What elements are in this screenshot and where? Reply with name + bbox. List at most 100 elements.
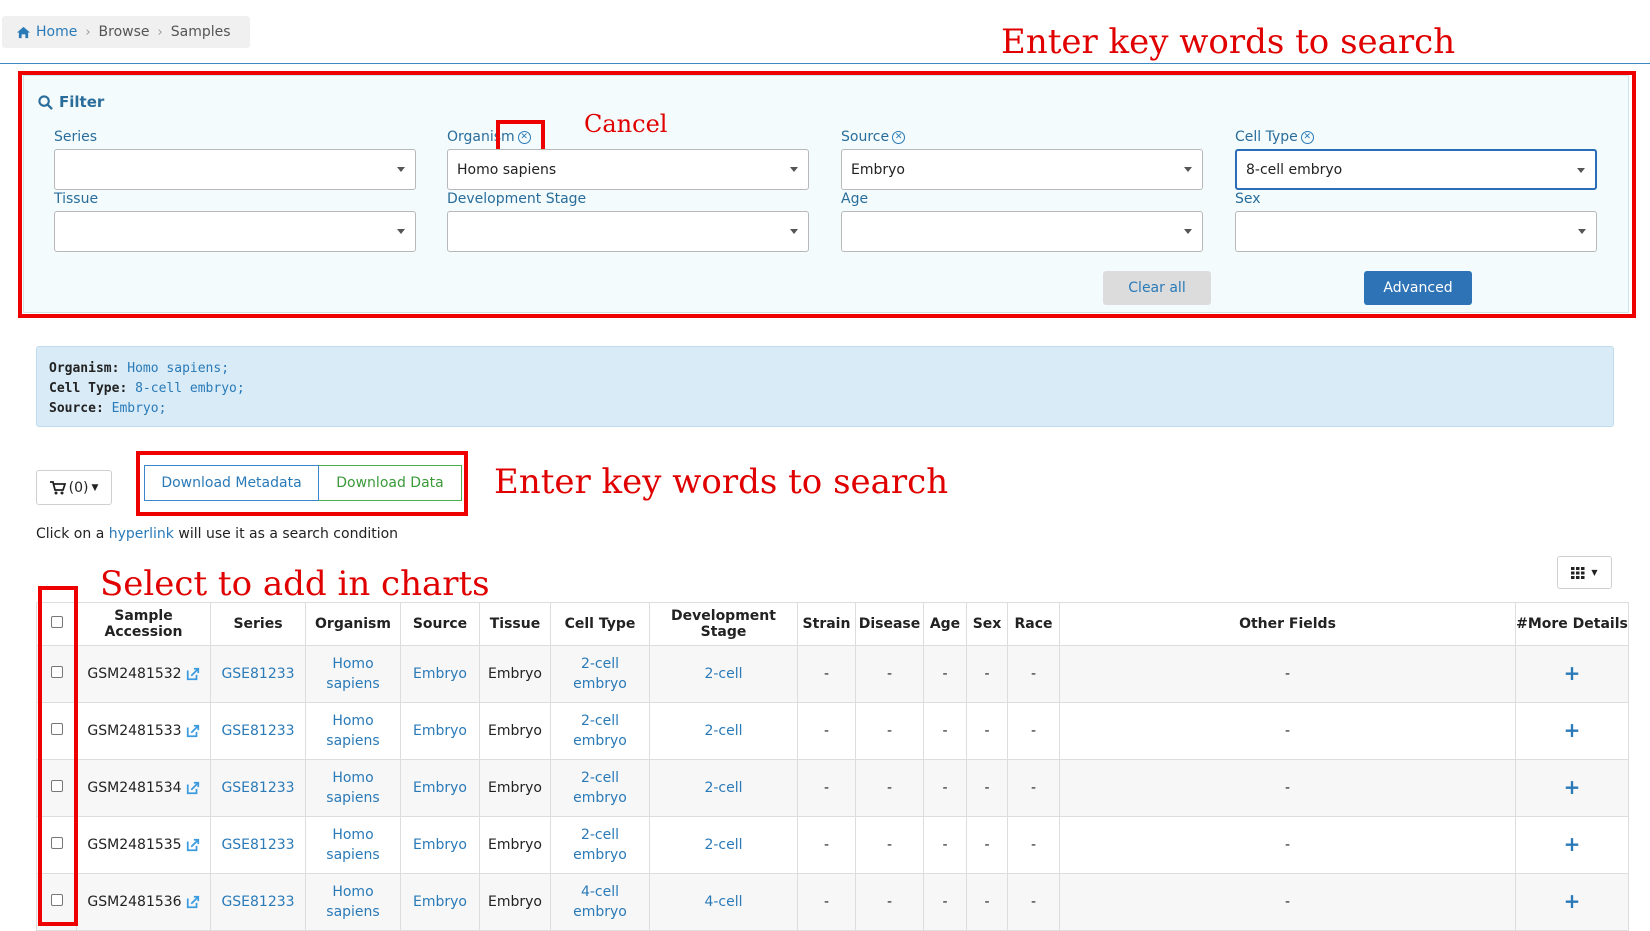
summary-source: Source: Embryo;: [49, 401, 167, 416]
source-link[interactable]: Embryo: [413, 894, 467, 910]
source-cell: Embryo: [400, 702, 480, 760]
strain-cell: -: [797, 645, 856, 703]
table-header-row: Sample Accession Series Organism Source …: [36, 602, 1629, 646]
cell-type-link[interactable]: 2-cell embryo: [573, 827, 627, 863]
grid-icon: [1571, 566, 1585, 579]
organism-link[interactable]: Homo sapiens: [326, 656, 379, 692]
header-race[interactable]: Race: [1007, 602, 1060, 646]
source-cell: Embryo: [400, 816, 480, 874]
header-source[interactable]: Source: [400, 602, 480, 646]
sample-accession: GSM2481536: [87, 894, 182, 910]
header-tissue[interactable]: Tissue: [479, 602, 551, 646]
annotation-download-box: [136, 451, 468, 516]
external-link-icon[interactable]: [186, 724, 200, 738]
caret-down-icon: ▼: [1591, 568, 1598, 577]
breadcrumb-home[interactable]: Home: [16, 24, 77, 40]
header-more-details[interactable]: #More Details: [1515, 602, 1629, 646]
column-toggle-button[interactable]: ▼: [1557, 556, 1612, 589]
header-sample-accession[interactable]: Sample Accession: [76, 602, 211, 646]
breadcrumb-browse[interactable]: Browse: [99, 24, 150, 40]
table-row: GSM2481535 GSE81233 Homo sapiens Embryo E…: [36, 816, 1629, 874]
series-cell: GSE81233: [210, 816, 306, 874]
tissue-cell: Embryo: [479, 873, 551, 931]
breadcrumb-home-label[interactable]: Home: [36, 24, 77, 40]
development-stage-link[interactable]: 4-cell: [704, 894, 742, 910]
more-details-cell: +: [1515, 873, 1629, 931]
source-link[interactable]: Embryo: [413, 723, 467, 739]
external-link-icon[interactable]: [186, 667, 200, 681]
development-stage-link[interactable]: 2-cell: [704, 666, 742, 682]
disease-cell: -: [855, 759, 924, 817]
cart-button[interactable]: (0) ▼: [36, 470, 112, 505]
annotation-filter-note: Enter key words to search: [1001, 22, 1456, 62]
age-cell: -: [923, 702, 967, 760]
accession-cell: GSM2481532: [76, 645, 211, 703]
header-development-stage[interactable]: Development Stage: [649, 602, 798, 646]
cell-type-cell: 2-cell embryo: [550, 645, 650, 703]
development-stage-link[interactable]: 2-cell: [704, 837, 742, 853]
cell-type-cell: 2-cell embryo: [550, 816, 650, 874]
cell-type-link[interactable]: 2-cell embryo: [573, 713, 627, 749]
header-age[interactable]: Age: [923, 602, 967, 646]
organism-link[interactable]: Homo sapiens: [326, 713, 379, 749]
cell-type-link[interactable]: 4-cell embryo: [573, 884, 627, 920]
summary-cell-type: Cell Type: 8-cell embryo;: [49, 381, 245, 396]
external-link-icon[interactable]: [186, 895, 200, 909]
more-details-cell: +: [1515, 645, 1629, 703]
expand-plus-icon[interactable]: +: [1564, 889, 1581, 913]
cell-type-link[interactable]: 2-cell embryo: [573, 656, 627, 692]
header-disease[interactable]: Disease: [855, 602, 924, 646]
expand-plus-icon[interactable]: +: [1564, 661, 1581, 685]
expand-plus-icon[interactable]: +: [1564, 718, 1581, 742]
organism-link[interactable]: Homo sapiens: [326, 770, 379, 806]
hint-hyperlink[interactable]: hyperlink: [109, 526, 174, 542]
other-fields-cell: -: [1059, 702, 1516, 760]
header-strain[interactable]: Strain: [797, 602, 856, 646]
samples-table: Sample Accession Series Organism Source …: [36, 602, 1629, 931]
table-row: GSM2481536 GSE81233 Homo sapiens Embryo E…: [36, 873, 1629, 931]
header-organism[interactable]: Organism: [305, 602, 401, 646]
external-link-icon[interactable]: [186, 781, 200, 795]
source-cell: Embryo: [400, 873, 480, 931]
header-cell-type[interactable]: Cell Type: [550, 602, 650, 646]
expand-plus-icon[interactable]: +: [1564, 775, 1581, 799]
header-sex[interactable]: Sex: [966, 602, 1008, 646]
development-stage-cell: 2-cell: [649, 702, 798, 760]
series-cell: GSE81233: [210, 645, 306, 703]
sex-cell: -: [966, 816, 1008, 874]
table-row: GSM2481532 GSE81233 Homo sapiens Embryo E…: [36, 645, 1629, 703]
race-cell: -: [1007, 759, 1060, 817]
series-link[interactable]: GSE81233: [221, 894, 294, 910]
tissue-cell: Embryo: [479, 759, 551, 817]
header-series[interactable]: Series: [210, 602, 306, 646]
cell-type-link[interactable]: 2-cell embryo: [573, 770, 627, 806]
external-link-icon[interactable]: [186, 838, 200, 852]
organism-link[interactable]: Homo sapiens: [326, 827, 379, 863]
cell-type-cell: 4-cell embryo: [550, 873, 650, 931]
series-link[interactable]: GSE81233: [221, 723, 294, 739]
development-stage-cell: 2-cell: [649, 759, 798, 817]
series-link[interactable]: GSE81233: [221, 666, 294, 682]
series-link[interactable]: GSE81233: [221, 780, 294, 796]
development-stage-cell: 2-cell: [649, 645, 798, 703]
organism-link[interactable]: Homo sapiens: [326, 884, 379, 920]
organism-cell: Homo sapiens: [305, 816, 401, 874]
expand-plus-icon[interactable]: +: [1564, 832, 1581, 856]
cell-type-cell: 2-cell embryo: [550, 759, 650, 817]
cart-icon: [49, 480, 66, 494]
development-stage-link[interactable]: 2-cell: [704, 780, 742, 796]
breadcrumb-samples: Samples: [170, 24, 231, 40]
other-fields-cell: -: [1059, 873, 1516, 931]
source-link[interactable]: Embryo: [413, 837, 467, 853]
source-cell: Embryo: [400, 645, 480, 703]
source-link[interactable]: Embryo: [413, 666, 467, 682]
development-stage-cell: 2-cell: [649, 816, 798, 874]
series-cell: GSE81233: [210, 759, 306, 817]
source-link[interactable]: Embryo: [413, 780, 467, 796]
header-other-fields[interactable]: Other Fields: [1059, 602, 1516, 646]
series-link[interactable]: GSE81233: [221, 837, 294, 853]
development-stage-link[interactable]: 2-cell: [704, 723, 742, 739]
cell-type-cell: 2-cell embryo: [550, 702, 650, 760]
disease-cell: -: [855, 816, 924, 874]
caret-down-icon: ▼: [91, 482, 99, 493]
